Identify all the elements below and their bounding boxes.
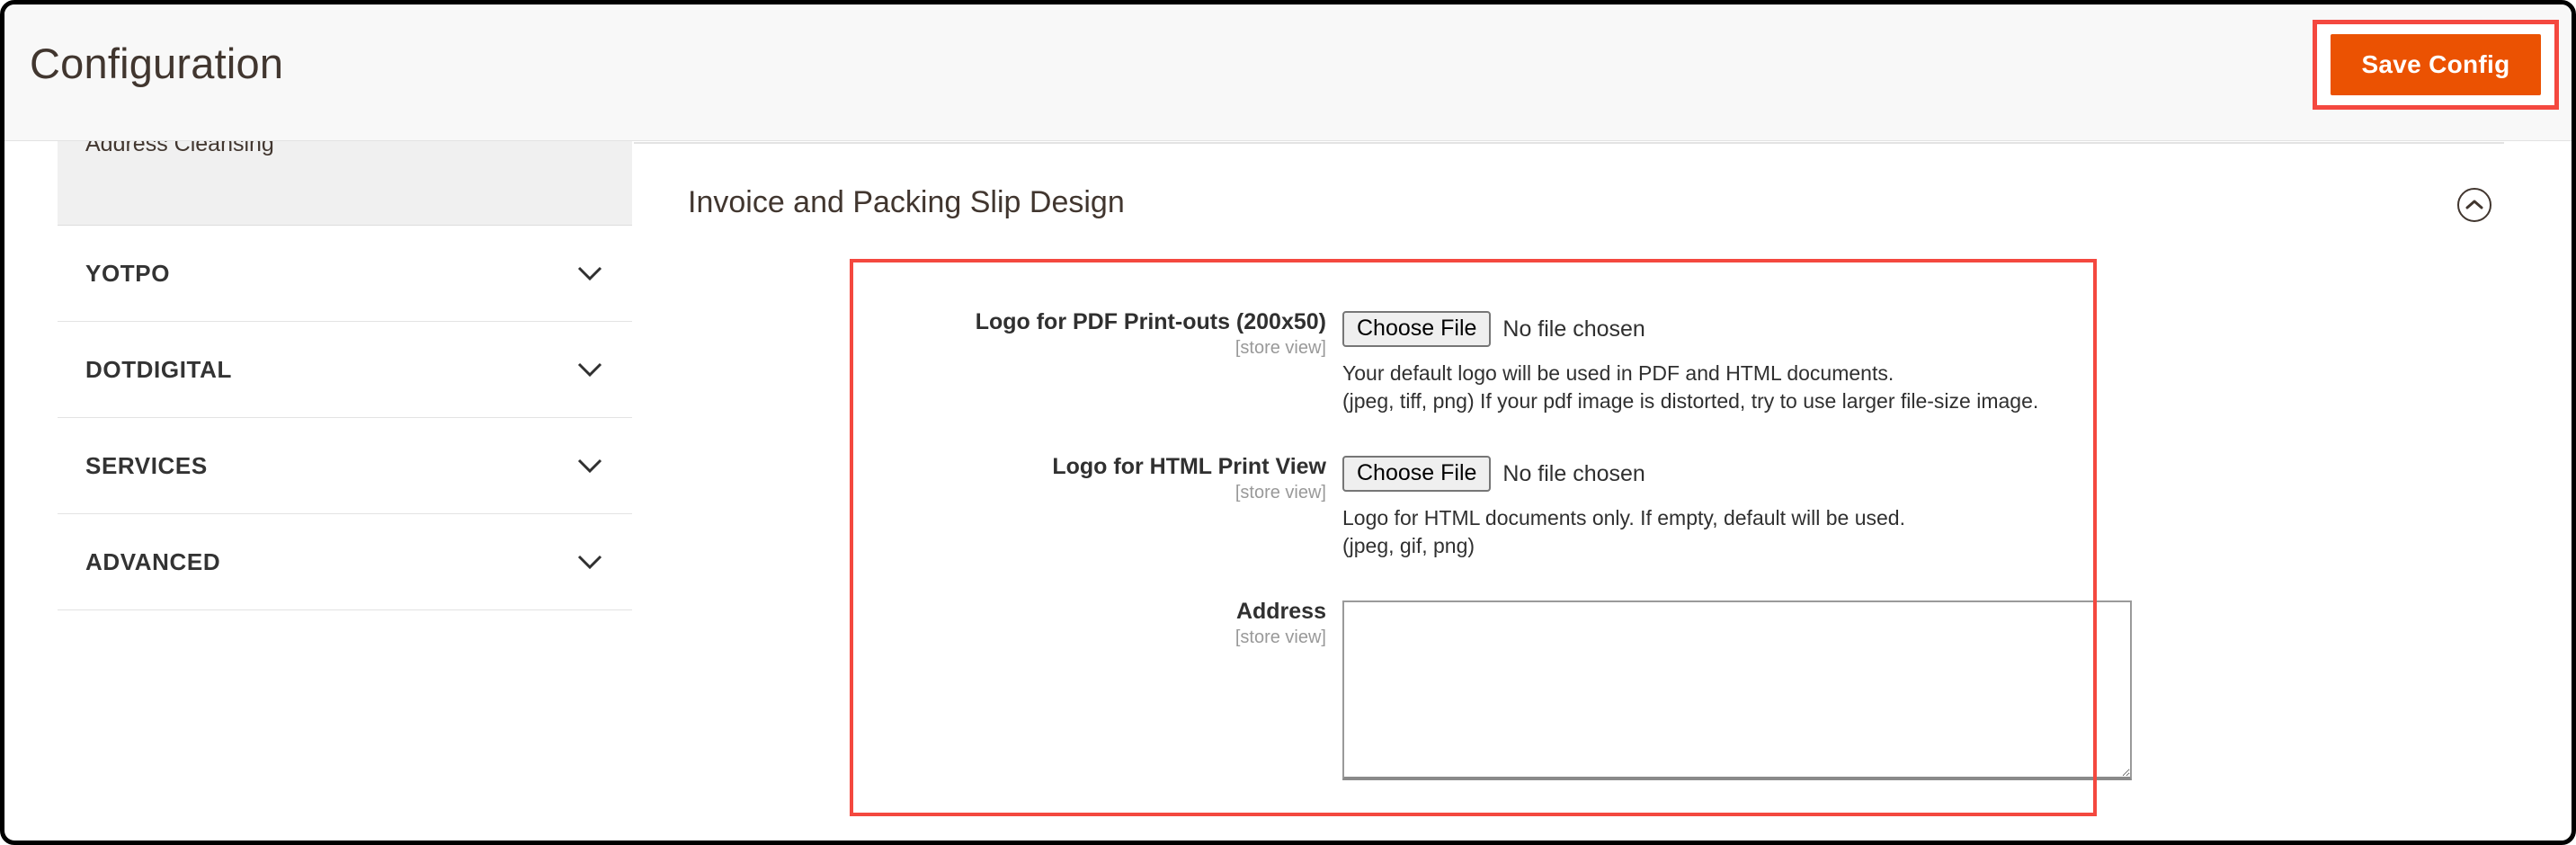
sidebar-item-advanced[interactable]: ADVANCED <box>58 514 632 610</box>
sidebar-item-label: YOTPO <box>85 259 171 287</box>
configuration-screen: Configuration Save Config Address Cleans… <box>0 0 2576 845</box>
html-logo-note-line-1: Logo for HTML documents only. If empty, … <box>1342 506 1905 530</box>
sidebar-item-services[interactable]: SERVICES <box>58 418 632 514</box>
sidebar-item-dotdigital[interactable]: DOTDIGITAL <box>58 322 632 418</box>
html-logo-label: Logo for HTML Print View <box>1052 453 1326 479</box>
html-logo-file-status: No file chosen <box>1502 460 1645 486</box>
save-config-button[interactable]: Save Config <box>2331 34 2541 95</box>
pdf-logo-file-input[interactable]: Choose File No file chosen <box>1342 311 2097 348</box>
chevron-down-icon <box>576 458 603 474</box>
sidebar-item-label: ADVANCED <box>85 547 221 575</box>
configuration-sidebar-nav: Address Cleansing YOTPO DOTDIGITAL SERVI… <box>58 131 632 610</box>
pdf-logo-scope: [store view] <box>1235 338 1326 358</box>
field-row-html-logo: Logo for HTML Print View [store view] Ch… <box>850 454 2097 559</box>
field-control-col: Choose File No file chosen Your default … <box>1342 309 2097 414</box>
html-logo-choose-file-button[interactable]: Choose File <box>1342 455 1492 493</box>
field-label-col: Address [store view] <box>850 599 1342 648</box>
html-logo-note-line-2: (jpeg, gif, png) <box>1342 533 1475 557</box>
address-label: Address <box>1235 598 1326 624</box>
section-title: Invoice and Packing Slip Design <box>688 185 1125 219</box>
main-content: Invoice and Packing Slip Design Logo for… <box>634 142 2567 841</box>
pdf-logo-note: Your default logo will be used in PDF an… <box>1342 360 2097 414</box>
field-label-col: Logo for PDF Print-outs (200x50) [store … <box>850 309 1342 359</box>
sidebar-item-address-cleansing[interactable]: Address Cleansing <box>58 131 632 226</box>
pdf-logo-file-status: No file chosen <box>1502 316 1645 342</box>
pdf-logo-label: Logo for PDF Print-outs (200x50) <box>975 309 1326 334</box>
field-control-col: Choose File No file chosen Logo for HTML… <box>1342 454 2097 559</box>
field-row-address: Address [store view] <box>850 599 2132 780</box>
chevron-down-icon <box>576 361 603 378</box>
field-control-col <box>1342 599 2132 780</box>
row-spacer <box>850 414 2097 454</box>
address-textarea[interactable] <box>1342 600 2132 780</box>
page-title: Configuration <box>30 40 284 87</box>
pdf-logo-note-line-2: (jpeg, tiff, png) If your pdf image is d… <box>1342 388 2039 413</box>
field-label-col: Logo for HTML Print View [store view] <box>850 454 1342 503</box>
field-row-pdf-logo: Logo for PDF Print-outs (200x50) [store … <box>850 259 2097 414</box>
page-header: Configuration <box>4 4 2572 141</box>
chevron-down-icon <box>576 265 603 281</box>
invoice-packing-slip-form: Logo for PDF Print-outs (200x50) [store … <box>850 259 2132 780</box>
pdf-logo-choose-file-button[interactable]: Choose File <box>1342 311 1492 348</box>
content-divider <box>634 142 2504 144</box>
html-logo-scope: [store view] <box>1235 482 1326 503</box>
chevron-down-icon <box>576 554 603 570</box>
pdf-logo-note-line-1: Your default logo will be used in PDF an… <box>1342 361 1894 386</box>
row-spacer <box>850 559 2097 599</box>
address-scope: [store view] <box>1235 627 1326 647</box>
chevron-up-circle-icon[interactable] <box>2455 185 2494 225</box>
sidebar-item-yotpo[interactable]: YOTPO <box>58 226 632 322</box>
html-logo-note: Logo for HTML documents only. If empty, … <box>1342 504 2097 559</box>
html-logo-file-input[interactable]: Choose File No file chosen <box>1342 455 2097 493</box>
sidebar-item-label: DOTDIGITAL <box>85 355 232 383</box>
sidebar-item-label: SERVICES <box>85 451 208 479</box>
